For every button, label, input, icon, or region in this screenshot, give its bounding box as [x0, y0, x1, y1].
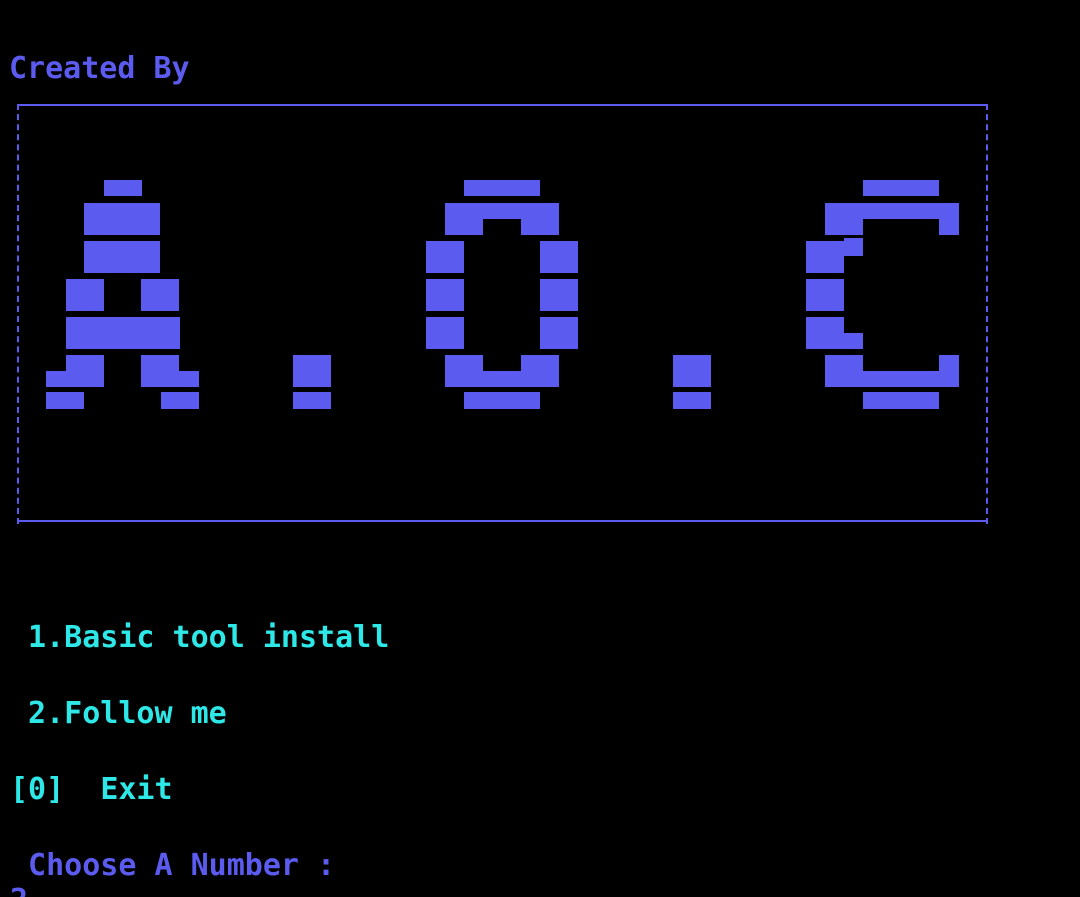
glyph-o-block: [521, 355, 559, 387]
glyph-o-block: [540, 317, 578, 349]
glyph-a-block: [179, 371, 199, 387]
glyph-dot-block: [673, 355, 711, 387]
glyph-a-block: [46, 371, 66, 387]
glyph-c-block: [863, 392, 939, 409]
exit-label: Exit: [100, 772, 173, 807]
glyph-c-block: [844, 238, 863, 256]
menu-item-basic-tool-install: 1.Basic tool install: [10, 620, 390, 655]
glyph-a-block: [104, 180, 142, 196]
glyph-a-block: [141, 355, 179, 387]
glyph-o-block: [540, 279, 578, 311]
glyph-a-block: [141, 279, 179, 311]
banner-glyphs: [46, 180, 959, 409]
glyph-c-block: [939, 203, 959, 235]
glyph-c-block: [806, 241, 844, 273]
glyph-c-block: [825, 203, 863, 235]
glyph-c-block: [806, 279, 844, 311]
glyph-o-block: [521, 203, 559, 235]
glyph-a-block: [161, 392, 199, 409]
glyph-o-block: [426, 241, 464, 273]
glyph-o-block: [540, 241, 578, 273]
glyph-c-block: [806, 317, 844, 349]
menu-item-follow-me: 2.Follow me: [10, 696, 227, 731]
glyph-dot-block: [293, 392, 331, 409]
number-input[interactable]: 2: [10, 884, 28, 897]
glyph-a-block: [66, 317, 180, 349]
glyph-c-block: [863, 371, 939, 387]
glyph-a-block: [66, 355, 104, 387]
glyph-o-block: [426, 317, 464, 349]
glyph-c-block: [863, 180, 939, 196]
glyph-o-block: [483, 203, 521, 219]
glyph-o-block: [464, 392, 540, 409]
glyph-c-block: [825, 355, 863, 387]
banner-ascii-art: [46, 180, 959, 409]
glyph-a-block: [66, 279, 104, 311]
glyph-dot-block: [293, 355, 331, 387]
glyph-a-block: [46, 392, 84, 409]
glyph-a-block: [84, 241, 160, 273]
glyph-c-block: [863, 203, 939, 219]
glyph-o-block: [483, 371, 521, 387]
glyph-c-block: [939, 355, 959, 387]
exit-key: [0]: [10, 772, 65, 807]
glyph-o-block: [426, 279, 464, 311]
glyph-o-block: [445, 203, 483, 235]
glyph-dot-block: [673, 392, 711, 409]
glyph-o-block: [445, 355, 483, 387]
glyph-c-block: [844, 333, 863, 349]
glyph-a-block: [84, 203, 160, 235]
menu-item-exit: [0] Exit: [10, 773, 173, 807]
glyph-o-block: [464, 180, 540, 196]
choose-number-prompt: Choose A Number :: [10, 848, 336, 883]
